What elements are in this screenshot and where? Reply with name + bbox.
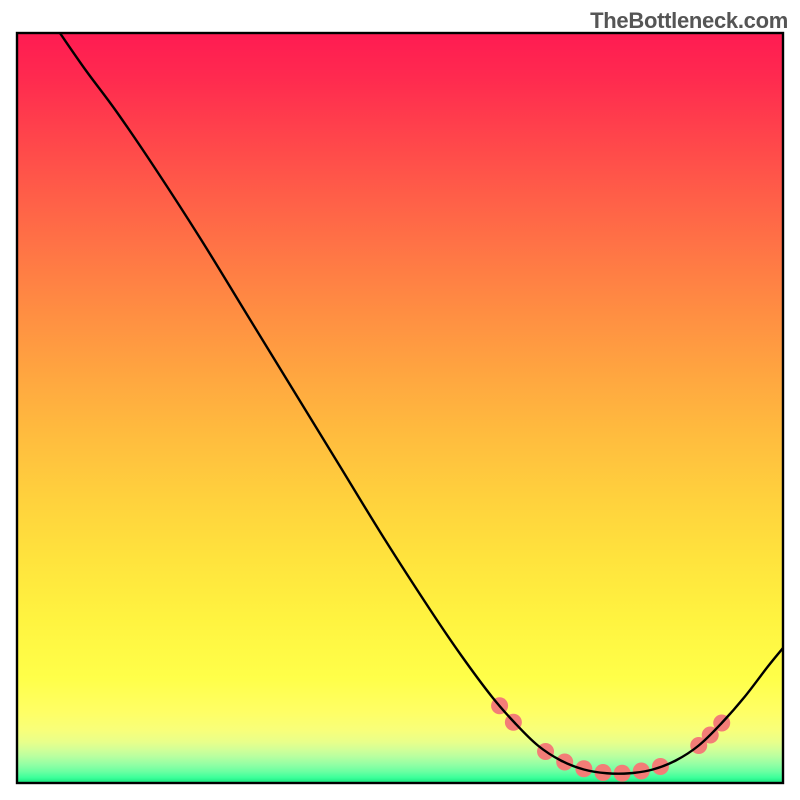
plot-area bbox=[17, 33, 783, 783]
gradient-background bbox=[17, 33, 783, 783]
watermark-text: TheBottleneck.com bbox=[590, 8, 788, 34]
chart-svg bbox=[0, 0, 800, 800]
bottleneck-chart: TheBottleneck.com bbox=[0, 0, 800, 800]
